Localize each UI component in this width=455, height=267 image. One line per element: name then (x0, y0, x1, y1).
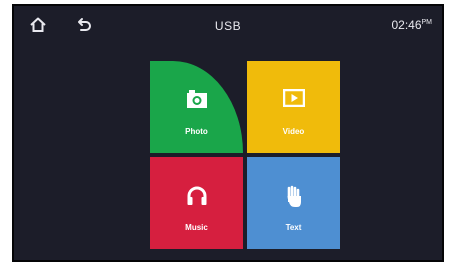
clock-time: 02:46 (391, 18, 422, 32)
headphones-icon (187, 186, 206, 205)
status-bar: USB 02:46PM (14, 6, 442, 44)
clock-suffix: PM (421, 19, 433, 26)
photo-label: Photo (185, 127, 208, 136)
camera-icon (186, 90, 207, 108)
music-tile[interactable]: Music (150, 157, 243, 249)
text-tile[interactable]: Text (247, 157, 340, 249)
page-title: USB (214, 19, 242, 33)
head-unit-screen: USB 02:46PM Photo Video Music Text (12, 4, 444, 262)
hand-icon (287, 185, 301, 207)
photo-tile[interactable]: Photo (150, 61, 243, 153)
clock: 02:46PM (391, 18, 432, 32)
video-tile[interactable]: Video (247, 61, 340, 153)
video-label: Video (282, 127, 305, 136)
play-icon (282, 89, 305, 107)
text-label: Text (285, 223, 302, 232)
media-source-grid: Photo Video Music Text (150, 61, 340, 249)
music-label: Music (185, 223, 208, 232)
